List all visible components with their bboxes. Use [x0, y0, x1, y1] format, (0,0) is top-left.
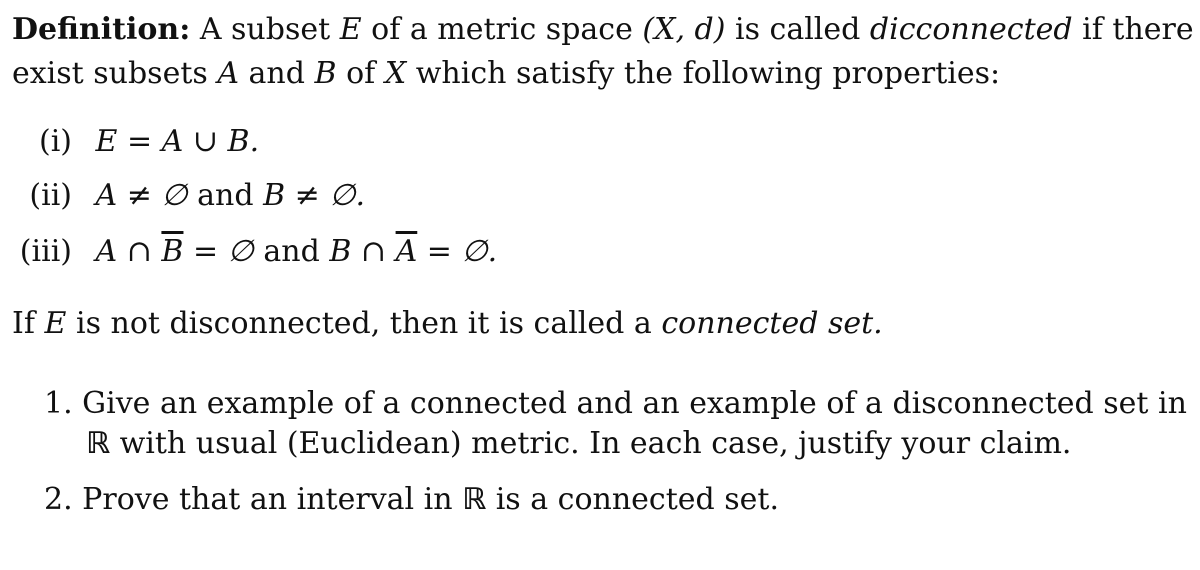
reals-symbol: ℝ	[462, 482, 487, 517]
connected-term: connected set.	[661, 306, 883, 341]
question-2: 2. Prove that an interval in ℝ is a conn…	[44, 482, 779, 517]
metric-space: (X, d)	[642, 12, 726, 47]
property-iii: (iii) A ∩ B = ∅ and B ∩ A = ∅.	[0, 232, 497, 272]
definition-line-2: exist subsets A and B of X which satisfy…	[12, 56, 1001, 91]
property-label: (ii)	[29, 178, 72, 213]
property-i: (i) E = A ∪ B.	[0, 122, 259, 162]
defined-term: dicconnected	[869, 12, 1073, 47]
question-number: 1.	[44, 386, 73, 421]
definition-label: Definition:	[12, 12, 191, 47]
reals-symbol: ℝ	[86, 426, 111, 461]
closure-b: B	[161, 234, 184, 269]
property-ii: (ii) A ≠ ∅ and B ≠ ∅.	[0, 176, 365, 216]
question-1-line-2: ℝ with usual (Euclidean) metric. In each…	[86, 426, 1072, 461]
property-label: (i)	[38, 124, 72, 159]
definition-line-1: Definition: A subset E of a metric space…	[12, 12, 1194, 47]
property-label: (iii)	[19, 234, 72, 269]
question-1-line-1: 1. Give an example of a connected and an…	[44, 386, 1187, 421]
question-number: 2.	[44, 482, 73, 517]
connected-definition: If E is not disconnected, then it is cal…	[12, 306, 883, 341]
closure-a: A	[395, 234, 418, 269]
